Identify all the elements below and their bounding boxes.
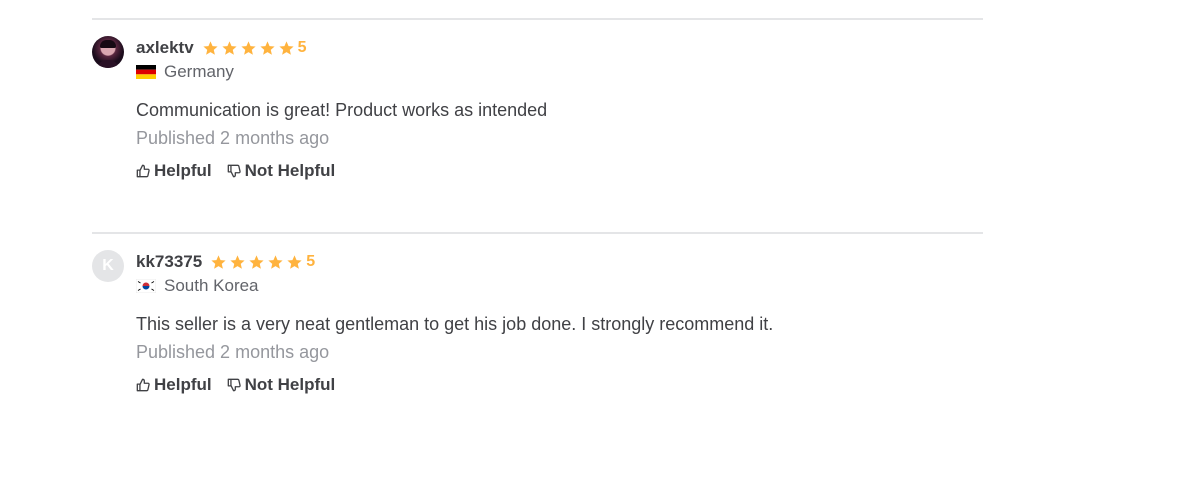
- thumbs-up-icon: [136, 378, 150, 392]
- review-item: K kk73375 5 South Korea This seller is a…: [92, 232, 983, 444]
- reviews-list: axlektv 5 Germany Communication is great…: [92, 0, 983, 444]
- avatar-letter: K: [102, 257, 114, 274]
- star-rating: [202, 40, 295, 57]
- review-header: kk73375 5: [136, 250, 983, 274]
- rating-value: 5: [306, 253, 316, 270]
- reviewer-country: South Korea: [136, 274, 983, 298]
- star-icon: [260, 40, 275, 55]
- avatar[interactable]: K: [92, 250, 124, 282]
- review-text: This seller is a very neat gentleman to …: [136, 314, 774, 334]
- avatar-body: [97, 60, 119, 68]
- rating-value: 5: [297, 39, 307, 56]
- star-icon: [203, 40, 218, 55]
- thumbs-down-icon: [227, 164, 241, 178]
- south-korea-flag-icon: [136, 279, 156, 293]
- published-date: Published 2 months ago: [136, 128, 330, 148]
- published-date: Published 2 months ago: [136, 342, 330, 362]
- review-text: Communication is great! Product works as…: [136, 100, 548, 120]
- thumbs-up-icon: [136, 164, 150, 178]
- not-helpful-button[interactable]: Not Helpful: [227, 375, 336, 395]
- reviewer-username[interactable]: axlektv: [136, 38, 194, 58]
- avatar[interactable]: [92, 36, 124, 68]
- helpful-button[interactable]: Helpful: [136, 375, 212, 395]
- country-name: Germany: [164, 62, 234, 81]
- star-icon: [287, 254, 302, 269]
- star-icon: [211, 254, 226, 269]
- star-rating: [210, 254, 303, 271]
- not-helpful-button[interactable]: Not Helpful: [227, 161, 336, 181]
- star-icon: [241, 40, 256, 55]
- review-header: axlektv 5: [136, 36, 983, 60]
- reviewer-username[interactable]: kk73375: [136, 252, 202, 272]
- reviewer-country: Germany: [136, 60, 983, 84]
- star-icon: [249, 254, 264, 269]
- review-actions: Helpful Not Helpful: [136, 161, 983, 181]
- star-icon: [279, 40, 294, 55]
- germany-flag-icon: [136, 65, 156, 79]
- review-content: axlektv 5 Germany Communication is great…: [136, 36, 983, 181]
- review-content: kk73375 5 South Korea This seller is a v…: [136, 250, 983, 395]
- star-icon: [222, 40, 237, 55]
- review-actions: Helpful Not Helpful: [136, 375, 983, 395]
- star-icon: [230, 254, 245, 269]
- not-helpful-label: Not Helpful: [244, 375, 336, 394]
- thumbs-down-icon: [227, 378, 241, 392]
- not-helpful-label: Not Helpful: [244, 161, 336, 180]
- helpful-button[interactable]: Helpful: [136, 161, 212, 181]
- helpful-label: Helpful: [154, 375, 212, 394]
- star-icon: [268, 254, 283, 269]
- review-item: axlektv 5 Germany Communication is great…: [92, 18, 983, 230]
- avatar-hair: [100, 40, 116, 48]
- helpful-label: Helpful: [154, 161, 212, 180]
- country-name: South Korea: [164, 276, 259, 295]
